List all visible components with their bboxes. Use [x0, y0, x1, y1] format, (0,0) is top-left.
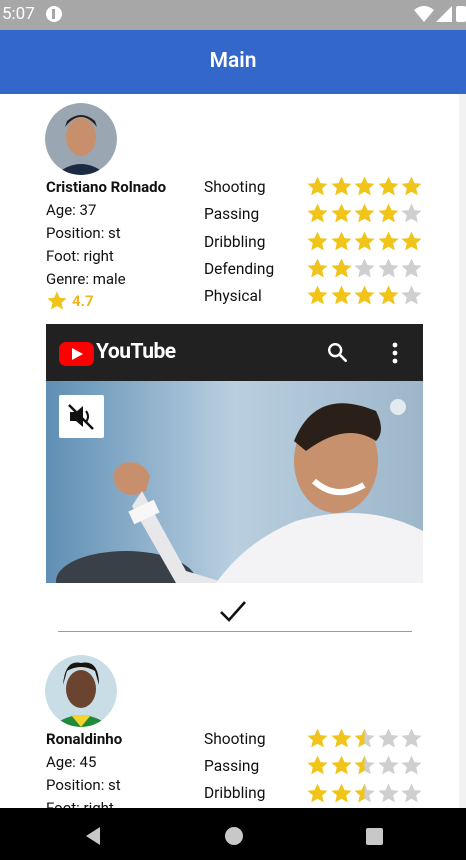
back-icon[interactable] — [84, 826, 102, 846]
player-position: Position: st — [46, 224, 121, 242]
star-icon — [307, 783, 328, 803]
card-divider — [58, 631, 412, 632]
skill-stars-shooting — [306, 727, 424, 749]
star-icon — [377, 285, 399, 305]
video-frame[interactable] — [46, 381, 423, 583]
player-position: Position: st — [46, 776, 121, 794]
star-icon — [377, 176, 399, 196]
star-icon — [354, 755, 375, 775]
star-icon — [307, 231, 328, 251]
star-icon — [401, 755, 422, 775]
star-icon — [401, 203, 422, 223]
signal-icon — [436, 6, 452, 22]
youtube-player[interactable]: YouTube — [46, 324, 423, 583]
youtube-header: YouTube — [46, 324, 423, 381]
star-icon — [307, 176, 328, 196]
star-icon — [330, 231, 352, 251]
wifi-icon — [414, 6, 434, 22]
skill-stars-shooting — [306, 175, 424, 197]
star-icon — [354, 285, 375, 305]
page-title: Main — [209, 49, 257, 73]
skill-label-passing: Passing — [204, 205, 260, 223]
star-icon — [354, 203, 375, 223]
star-icon — [354, 176, 375, 196]
star-icon — [354, 728, 375, 748]
skill-stars-passing — [306, 754, 424, 776]
star-icon — [377, 728, 399, 748]
player-name: Cristiano Rolnado — [46, 178, 167, 196]
star-icon — [377, 755, 399, 775]
status-bar: 5:07 — [0, 0, 466, 30]
star-icon — [330, 728, 352, 748]
status-time: 5:07 — [2, 4, 35, 24]
star-icon — [307, 728, 328, 748]
player-foot: Foot: right — [46, 247, 114, 265]
check-icon[interactable] — [218, 598, 248, 624]
skill-stars-dribbling — [306, 782, 424, 804]
star-icon — [401, 258, 422, 278]
star-icon — [377, 783, 399, 803]
skill-label-dribbling: Dribbling — [204, 233, 266, 251]
player-avatar — [45, 655, 117, 727]
rating-star-icon — [47, 291, 67, 310]
player-age: Age: 45 — [46, 753, 97, 771]
skill-stars-defending — [306, 257, 424, 279]
star-icon — [401, 176, 422, 196]
player-avatar — [45, 103, 117, 175]
star-icon — [377, 231, 399, 251]
recents-icon[interactable] — [366, 828, 383, 845]
star-icon — [401, 231, 422, 251]
youtube-logo-icon — [59, 342, 94, 366]
player-foot: Foot: right — [46, 799, 114, 808]
player-age: Age: 37 — [46, 201, 97, 219]
skill-stars-passing — [306, 202, 424, 224]
mute-button[interactable] — [59, 395, 104, 438]
star-icon — [307, 258, 328, 278]
player-rating: 4.7 — [46, 291, 126, 312]
star-icon — [330, 783, 352, 803]
rating-value: 4.7 — [72, 292, 94, 310]
star-icon — [401, 783, 422, 803]
system-nav-bar — [0, 808, 466, 860]
player-list[interactable]: Cristiano Rolnado Age: 37 Position: st F… — [0, 94, 466, 808]
star-icon — [401, 285, 422, 305]
scroll-edge — [459, 94, 466, 808]
skill-label-passing: Passing — [204, 757, 260, 775]
star-icon — [330, 203, 352, 223]
battery-icon — [456, 6, 466, 22]
sync-icon — [46, 6, 62, 22]
skill-label-defending: Defending — [204, 260, 275, 278]
search-icon[interactable] — [326, 341, 348, 363]
more-vert-icon[interactable] — [390, 342, 400, 364]
star-icon — [354, 783, 375, 803]
star-icon — [330, 285, 352, 305]
star-icon — [354, 258, 375, 278]
skill-stars-dribbling — [306, 230, 424, 252]
star-icon — [377, 203, 399, 223]
skill-label-physical: Physical — [204, 287, 262, 305]
star-icon — [354, 231, 375, 251]
skill-label-shooting: Shooting — [204, 730, 266, 748]
player-genre: Genre: male — [46, 270, 126, 288]
skill-label-dribbling: Dribbling — [204, 784, 266, 802]
player-name: Ronaldinho — [46, 730, 123, 748]
star-icon — [401, 728, 422, 748]
star-icon — [377, 258, 399, 278]
youtube-brand: YouTube — [96, 340, 176, 364]
app-bar: Main — [0, 30, 466, 94]
star-icon — [307, 285, 328, 305]
mute-icon — [68, 404, 94, 430]
star-icon — [307, 203, 328, 223]
home-icon[interactable] — [225, 827, 243, 845]
skill-stars-physical — [306, 284, 424, 306]
skill-label-shooting: Shooting — [204, 178, 266, 196]
star-icon — [330, 755, 352, 775]
star-icon — [307, 755, 328, 775]
star-icon — [330, 258, 352, 278]
star-icon — [330, 176, 352, 196]
